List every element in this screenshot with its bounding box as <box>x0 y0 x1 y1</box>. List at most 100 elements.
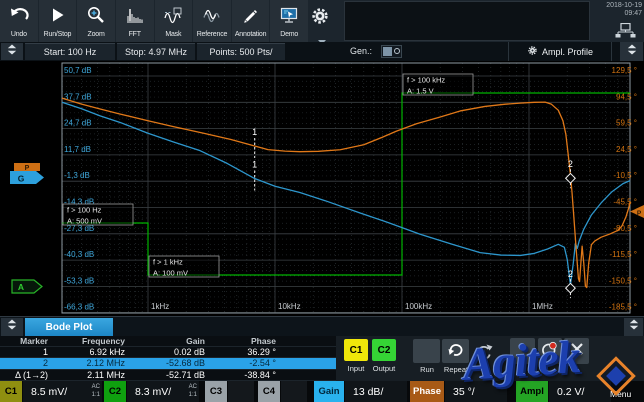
tab-bode-plot[interactable]: Bode Plot <box>25 318 113 337</box>
annotation-button[interactable]: Annotation <box>232 0 270 42</box>
phase-tag[interactable]: Phase <box>410 381 444 402</box>
phase-scale-value: 35 °/ <box>453 386 475 398</box>
channel-c2-tag[interactable]: C2 <box>104 381 126 402</box>
date-label: 2018-10-19 <box>584 2 642 10</box>
channel-c1-tag[interactable]: C1 <box>0 381 22 402</box>
run-stop-button[interactable]: Run/Stop <box>39 0 77 42</box>
cell-phase: -2.54 ° <box>207 358 278 368</box>
fft-label: FFT <box>129 31 141 38</box>
cell-gain: -52.71 dB <box>127 370 207 380</box>
demo-label: Demo <box>280 31 298 38</box>
chevron-down-icon[interactable] <box>317 32 327 38</box>
header-phase: Phase <box>207 336 278 346</box>
svg-text:f > 100 Hz: f > 100 Hz <box>67 206 102 215</box>
fft-button[interactable]: FFT <box>116 0 154 42</box>
svg-text:-10,5 °: -10,5 ° <box>613 171 637 180</box>
svg-text:1MHz: 1MHz <box>532 302 553 311</box>
record-icon <box>540 338 560 365</box>
svg-text:100kHz: 100kHz <box>405 302 432 311</box>
repeat-button[interactable] <box>442 339 469 363</box>
zoom-button[interactable]: Zoom <box>77 0 115 42</box>
toolbar-inset-panel <box>344 1 590 41</box>
table-header-row: Marker Frequency Gain Phase <box>0 336 336 347</box>
table-row[interactable]: Δ (1→2) 2.11 MHz -52.71 dB -38.84 ° <box>0 370 336 381</box>
ampl-scale[interactable]: 0.2 V/ <box>549 381 611 402</box>
spectrum-icon <box>124 5 146 30</box>
toggle-knob <box>383 47 392 56</box>
settings-button[interactable] <box>510 338 535 364</box>
input-channel-button[interactable]: C1 <box>344 339 368 361</box>
phase-scale[interactable]: 35 °/ <box>445 381 507 402</box>
table-row-selected[interactable]: 2 2.12 MHz -52.68 dB -2.54 ° <box>0 358 336 369</box>
tab-spinner-left[interactable] <box>1 318 23 336</box>
cell-marker: Δ (1→2) <box>0 370 50 380</box>
cell-phase: 36.29 ° <box>207 347 278 357</box>
undo-label: Undo <box>11 31 27 38</box>
repeat-label: Repeat <box>439 365 473 374</box>
bode-tab-row: Bode Plot <box>0 316 644 336</box>
annotation-label: Annotation <box>235 31 266 38</box>
svg-text:1kHz: 1kHz <box>151 302 169 311</box>
c2-coupling: AC1:1 <box>189 383 197 399</box>
svg-text:P: P <box>637 210 642 217</box>
run-button[interactable] <box>413 339 440 363</box>
svg-text:-115,5 °: -115,5 ° <box>609 250 637 259</box>
ampl-scale-value: 0.2 V/ <box>557 386 584 398</box>
mask-button[interactable]: Mask <box>155 0 193 42</box>
svg-text:2: 2 <box>568 159 573 169</box>
header-marker: Marker <box>0 336 50 346</box>
svg-text:f > 100 kHz: f > 100 kHz <box>407 76 445 85</box>
toolbar-settings-button[interactable] <box>310 6 334 30</box>
ampl-profile-button[interactable]: Ampl. Profile <box>508 42 612 61</box>
left-spinner-button[interactable] <box>1 43 23 60</box>
tab-spinner-right[interactable] <box>624 318 643 336</box>
repeat-loop-icon <box>445 339 467 364</box>
svg-text:2: 2 <box>568 269 573 279</box>
channel-c3-scale[interactable] <box>228 381 254 402</box>
gain-tag[interactable]: Gain <box>314 381 344 402</box>
stop-frequency-field[interactable]: Stop: 4.97 MHz <box>117 43 195 60</box>
channel-c4-scale[interactable] <box>281 381 307 402</box>
gain-scale[interactable]: 13 dB/ <box>345 381 407 402</box>
magnifier-icon <box>85 5 107 30</box>
up-down-arrows-icon <box>5 318 19 336</box>
header-gain: Gain <box>127 336 207 346</box>
mask-label: Mask <box>165 31 181 38</box>
table-row[interactable]: 1 6.92 kHz 0.02 dB 36.29 ° <box>0 347 336 358</box>
undo-button[interactable]: Undo <box>0 0 38 42</box>
toggle-off-icon <box>394 48 400 54</box>
refresh-icon[interactable] <box>472 341 494 363</box>
close-button[interactable] <box>564 338 589 364</box>
svg-text:24,7 dB: 24,7 dB <box>64 119 92 128</box>
menu-button[interactable]: Menu <box>610 389 642 399</box>
run-stop-label: Run/Stop <box>44 31 72 38</box>
right-spinner-button[interactable] <box>620 42 643 61</box>
channel-c3-tag[interactable]: C3 <box>205 381 227 402</box>
mask-icon <box>162 5 184 30</box>
bode-plot-area: 50,7 dB37,7 dB24,7 dB11,7 dB-1,3 dB-14,3… <box>0 61 644 316</box>
network-icon <box>612 23 640 38</box>
points-field[interactable]: Points: 500 Pts/ <box>197 43 285 60</box>
svg-text:A: A <box>18 282 24 292</box>
svg-text:-40,3 dB: -40,3 dB <box>64 250 94 259</box>
ampl-profile-label: Ampl. Profile <box>542 47 593 57</box>
ampl-tag[interactable]: Ampl <box>516 381 548 402</box>
up-down-arrows-icon <box>5 43 19 61</box>
marker-table: Marker Frequency Gain Phase 1 6.92 kHz 0… <box>0 336 336 381</box>
reference-button[interactable]: Reference <box>193 0 231 42</box>
undo-icon <box>8 5 30 30</box>
channel-c1-scale[interactable]: 8.5 mV/ AC1:1 <box>23 381 102 402</box>
gear-icon <box>310 13 330 30</box>
channel-c4-tag[interactable]: C4 <box>258 381 280 402</box>
output-channel-button[interactable]: C2 <box>372 339 396 361</box>
bode-plot-canvas[interactable]: 50,7 dB37,7 dB24,7 dB11,7 dB-1,3 dB-14,3… <box>0 61 644 316</box>
gain-scale-value: 13 dB/ <box>353 386 383 398</box>
gen-toggle[interactable] <box>381 45 402 58</box>
demo-button[interactable]: Demo <box>270 0 308 42</box>
start-frequency-field[interactable]: Start: 100 Hz <box>25 43 115 60</box>
channel-c2-scale[interactable]: 8.3 mV/ AC1:1 <box>127 381 199 402</box>
svg-text:129,5 °: 129,5 ° <box>612 66 637 75</box>
svg-text:94,5 °: 94,5 ° <box>616 92 637 101</box>
channel-bar: C1 8.5 mV/ AC1:1 C2 8.3 mV/ AC1:1 C3 C4 … <box>0 381 644 402</box>
record-button[interactable] <box>538 338 562 364</box>
